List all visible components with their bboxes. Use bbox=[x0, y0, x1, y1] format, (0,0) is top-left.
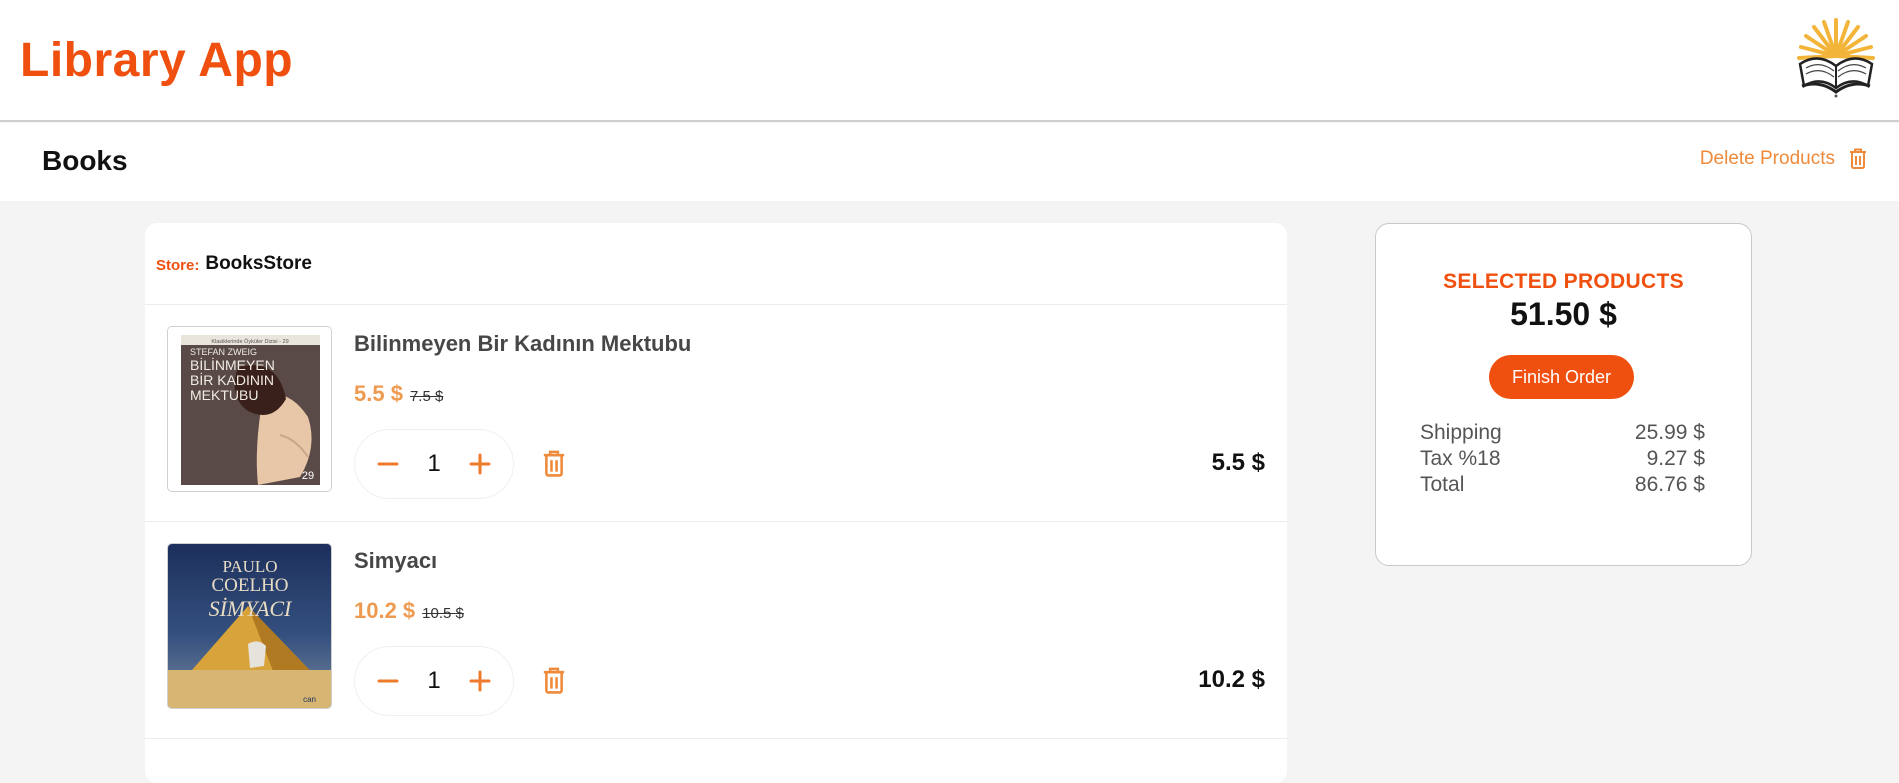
remove-item-button[interactable] bbox=[539, 449, 569, 479]
cart-item: Klasiklerinde Öyküler Dizisi - 29 STEFAN… bbox=[145, 305, 1287, 522]
cover-author-line2: COELHO bbox=[211, 575, 288, 596]
decrease-button[interactable] bbox=[373, 666, 403, 696]
book-cover[interactable]: Klasiklerinde Öyküler Dizisi - 29 STEFAN… bbox=[167, 326, 332, 492]
plus-icon bbox=[469, 453, 491, 475]
price-row: 5.5 $ 7.5 $ bbox=[354, 381, 443, 407]
delete-products-label: Delete Products bbox=[1699, 148, 1835, 169]
quantity-stepper: 1 bbox=[354, 429, 514, 499]
book-cover[interactable]: PAULO COELHO SİMYACI can bbox=[167, 543, 332, 709]
finish-order-button[interactable]: Finish Order bbox=[1489, 355, 1634, 399]
old-price: 7.5 $ bbox=[409, 388, 444, 405]
line-total: 5.5 $ bbox=[1211, 449, 1265, 476]
minus-icon bbox=[377, 462, 399, 466]
fee-value: 86.76 $ bbox=[1634, 473, 1705, 496]
trash-icon bbox=[543, 667, 565, 694]
logo-icon[interactable] bbox=[1794, 16, 1878, 102]
delete-products-button[interactable]: Delete Products bbox=[1700, 148, 1867, 170]
book-title[interactable]: Bilinmeyen Bir Kadının Mektubu bbox=[354, 331, 691, 357]
quantity-value: 1 bbox=[427, 450, 441, 477]
cover-series-text: Klasiklerinde Öyküler Dizisi - 29 bbox=[211, 338, 288, 345]
remove-item-button[interactable] bbox=[539, 666, 569, 696]
order-summary: SELECTED PRODUCTS 51.50 $ Finish Order S… bbox=[1375, 223, 1752, 566]
fee-row-total: Total 86.76 $ bbox=[1420, 472, 1705, 498]
cover-author-text: STEFAN ZWEIG bbox=[190, 347, 257, 357]
store-row: Store: BooksStore bbox=[145, 223, 1287, 305]
cover-author-line1: PAULO bbox=[222, 557, 277, 576]
sub-header: Books Delete Products bbox=[0, 123, 1899, 201]
cart-item: PAULO COELHO SİMYACI can Simyacı 10.2 $ … bbox=[145, 522, 1287, 739]
decrease-button[interactable] bbox=[373, 449, 403, 479]
fee-row-tax: Tax %18 9.27 $ bbox=[1420, 446, 1705, 472]
plus-icon bbox=[469, 670, 491, 692]
fee-label: Shipping bbox=[1420, 421, 1502, 444]
increase-button[interactable] bbox=[465, 666, 495, 696]
selected-products-total: 51.50 $ bbox=[1510, 296, 1617, 332]
fee-value: 9.27 $ bbox=[1646, 447, 1705, 470]
old-price: 10.5 $ bbox=[422, 605, 464, 622]
cover-title-line1: BİLİNMEYEN bbox=[190, 356, 275, 373]
cover-title-text: SİMYACI bbox=[209, 596, 293, 621]
selected-products-label: SELECTED PRODUCTS bbox=[1443, 270, 1684, 293]
price-row: 10.2 $ 10.5 $ bbox=[354, 598, 464, 624]
quantity-value: 1 bbox=[427, 667, 441, 694]
cart-panel: Store: BooksStore Klasiklerinde Öyküler … bbox=[145, 223, 1287, 783]
fee-label: Tax %18 bbox=[1420, 447, 1501, 470]
fee-list: Shipping 25.99 $ Tax %18 9.27 $ Total 86… bbox=[1420, 420, 1705, 498]
cover-title-line2: BİR KADININ bbox=[190, 371, 274, 388]
price: 5.5 $ bbox=[354, 381, 403, 406]
trash-icon bbox=[1850, 148, 1866, 169]
store-label: Store: bbox=[156, 256, 200, 274]
minus-icon bbox=[377, 679, 399, 683]
fee-row-shipping: Shipping 25.99 $ bbox=[1420, 420, 1705, 446]
trash-icon bbox=[543, 450, 565, 477]
book-title[interactable]: Simyacı bbox=[354, 548, 437, 574]
fee-label: Total bbox=[1420, 473, 1465, 496]
store-name: BooksStore bbox=[205, 252, 312, 274]
page-title: Books bbox=[42, 145, 128, 176]
cover-publisher-text: can bbox=[303, 695, 316, 704]
quantity-stepper: 1 bbox=[354, 646, 514, 716]
line-total: 10.2 $ bbox=[1198, 666, 1265, 693]
top-bar: Library App bbox=[0, 0, 1899, 122]
cover-title-line3: MEKTUBU bbox=[190, 387, 258, 403]
cover-badge: 29 bbox=[302, 470, 314, 482]
price: 10.2 $ bbox=[354, 598, 416, 623]
fee-value: 25.99 $ bbox=[1634, 421, 1705, 444]
increase-button[interactable] bbox=[465, 449, 495, 479]
app-title: Library App bbox=[20, 34, 294, 87]
